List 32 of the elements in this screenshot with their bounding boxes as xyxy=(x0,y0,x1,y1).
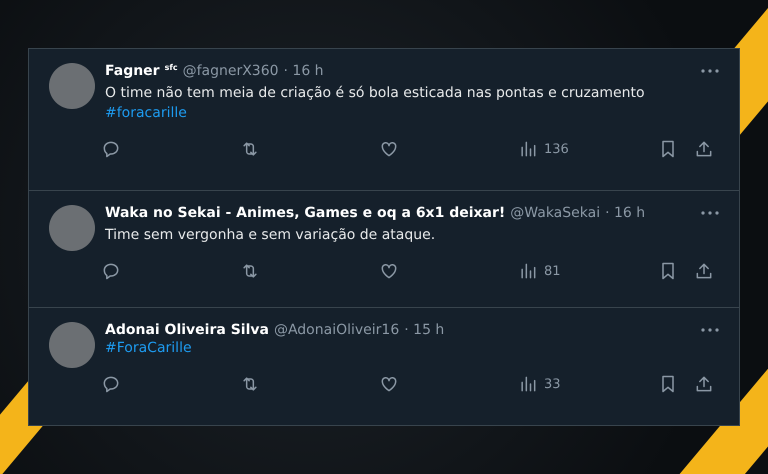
heart-icon[interactable] xyxy=(379,374,399,394)
more-options-icon[interactable] xyxy=(701,328,719,332)
tweet-text: O time não tem meia de criação é só bola esticada nas pontas e cruzamento xyxy=(105,84,646,103)
display-name[interactable]: Adonai Oliveira Silva xyxy=(105,322,269,338)
profile-label: sfc xyxy=(164,63,178,72)
hashtag-link[interactable]: #ForaCarille xyxy=(105,338,719,358)
avatar[interactable] xyxy=(49,205,95,251)
post-time[interactable]: · 16 h xyxy=(605,205,646,221)
reply-icon[interactable] xyxy=(101,261,121,281)
user-handle[interactable]: @fagnerX360 xyxy=(182,63,279,79)
avatar[interactable] xyxy=(49,322,95,368)
post-time[interactable]: · 15 h xyxy=(404,322,444,338)
view-count: 33 xyxy=(544,376,561,392)
display-name[interactable]: Fagner xyxy=(105,63,160,79)
more-options-icon[interactable] xyxy=(701,69,719,73)
heart-icon[interactable] xyxy=(379,261,399,281)
user-handle[interactable]: @AdonaiOliveir16 xyxy=(274,322,400,338)
reply-icon[interactable] xyxy=(101,139,121,159)
share-icon[interactable] xyxy=(694,374,714,394)
hashtag-link[interactable]: #foracarille xyxy=(105,103,719,123)
reply-icon[interactable] xyxy=(101,374,121,394)
avatar[interactable] xyxy=(49,63,95,109)
share-icon[interactable] xyxy=(694,261,714,281)
display-name[interactable]: Waka no Sekai - Animes, Games e oq a 6x1 deixar! xyxy=(105,205,506,221)
view-count: 81 xyxy=(544,264,561,278)
more-options-icon[interactable] xyxy=(701,211,719,215)
heart-icon[interactable] xyxy=(379,139,399,159)
user-handle[interactable]: @WakaSekai xyxy=(510,205,600,221)
post-time[interactable]: · 16 h xyxy=(284,63,324,79)
share-icon[interactable] xyxy=(694,139,714,159)
tweet-text: Time sem vergonha e sem variação de ataque. xyxy=(105,226,436,245)
view-count: 136 xyxy=(544,142,569,156)
